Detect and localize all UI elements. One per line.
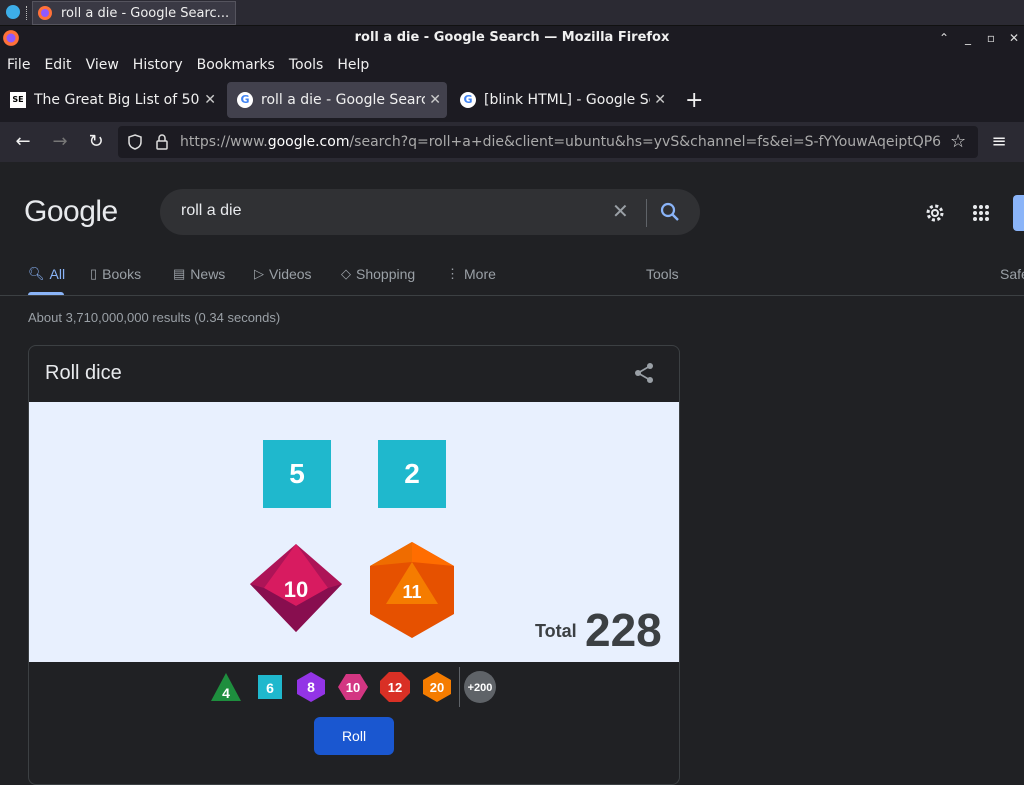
die-d20: 11 <box>370 542 454 638</box>
play-icon: ▷ <box>254 266 264 281</box>
more-icon: ⋮ <box>446 266 459 281</box>
die-d10: 10 <box>250 544 342 632</box>
apps-grid-icon[interactable] <box>972 204 990 222</box>
result-stats: About 3,710,000,000 results (0.34 second… <box>28 310 281 325</box>
search-tab-all[interactable]: 🔍︎ All <box>28 266 65 282</box>
tab-label: [blink HTML] - Google Se <box>484 92 651 108</box>
menu-file[interactable]: File <box>7 57 30 73</box>
svg-text:8: 8 <box>307 679 315 695</box>
google-favicon-icon: G <box>460 92 476 108</box>
taskbar-separator-icon <box>26 6 28 20</box>
shield-icon <box>128 134 142 150</box>
search-tab-news[interactable]: ▤ News <box>173 266 225 282</box>
menubar: File Edit View History Bookmarks Tools H… <box>0 51 1024 78</box>
die-d10-value: 10 <box>284 577 308 602</box>
hamburger-menu-icon[interactable]: ≡ <box>988 131 1010 153</box>
news-icon: ▤ <box>173 266 186 281</box>
navigation-toolbar: ← → ↻ https://www.google.com/search?q=ro… <box>0 122 1024 162</box>
bookmark-star-icon[interactable]: ☆ <box>950 131 966 152</box>
url-bar[interactable]: https://www.google.com/search?q=roll+a+d… <box>118 126 978 158</box>
menu-help[interactable]: Help <box>337 57 369 73</box>
search-box[interactable]: roll a die ✕ <box>160 189 700 235</box>
svg-text:20: 20 <box>430 680 444 695</box>
search-icon[interactable] <box>660 202 680 222</box>
window-title: roll a die - Google Search — Mozilla Fir… <box>354 30 670 45</box>
google-favicon-icon: G <box>237 92 253 108</box>
menu-edit[interactable]: Edit <box>44 57 71 73</box>
die-d6: 5 <box>263 440 331 508</box>
menu-bookmarks[interactable]: Bookmarks <box>197 57 275 73</box>
settings-gear-icon[interactable] <box>924 202 946 224</box>
die-d20-value: 11 <box>402 582 421 602</box>
reload-icon[interactable]: ↻ <box>85 131 107 153</box>
dice-display: 5 2 10 11 Total 228 <box>29 402 679 662</box>
svg-text:+200: +200 <box>468 682 493 694</box>
sign-in-button[interactable] <box>1013 195 1024 231</box>
header-divider <box>0 295 1024 296</box>
add-custom-button[interactable]: +200 <box>464 671 496 703</box>
search-tab-books[interactable]: ▯ Books <box>90 266 141 282</box>
menu-history[interactable]: History <box>133 57 183 73</box>
lock-icon <box>156 134 168 150</box>
tab-strip: SE The Great Big List of 50+ ✕ G roll a … <box>0 78 1024 122</box>
add-d8-button[interactable]: 8 <box>295 671 327 703</box>
tab-close-icon[interactable]: ✕ <box>429 92 441 108</box>
search-tab-videos[interactable]: ▷ Videos <box>254 266 312 282</box>
app-launcher-icon[interactable] <box>6 5 20 19</box>
menu-tools[interactable]: Tools <box>289 57 324 73</box>
add-d6-button[interactable]: 6 <box>254 671 286 703</box>
tab-blink-html[interactable]: G [blink HTML] - Google Se ✕ <box>450 82 672 118</box>
total-value: 228 <box>585 604 662 656</box>
add-d12-button[interactable]: 12 <box>379 671 411 703</box>
window-titlebar: roll a die - Google Search — Mozilla Fir… <box>0 26 1024 51</box>
google-logo[interactable]: Google <box>24 195 118 229</box>
svg-text:12: 12 <box>388 680 402 695</box>
tab-close-icon[interactable]: ✕ <box>654 92 666 108</box>
window-minimize-button[interactable]: _ <box>960 30 976 46</box>
search-input[interactable]: roll a die <box>181 202 241 220</box>
forward-icon[interactable]: → <box>49 131 71 153</box>
book-icon: ▯ <box>90 266 98 281</box>
search-tab-more[interactable]: ⋮ More <box>446 266 496 282</box>
taskbar-task-firefox[interactable]: roll a die - Google Searc... <box>32 1 236 25</box>
window-maximize-button[interactable]: ▫ <box>983 30 999 46</box>
svg-text:10: 10 <box>346 680 360 695</box>
searchbox-divider <box>646 199 647 227</box>
firefox-icon <box>38 6 52 20</box>
safesearch-button[interactable]: Safe <box>1000 266 1024 282</box>
tab-great-big-list[interactable]: SE The Great Big List of 50+ ✕ <box>0 82 222 118</box>
roll-button[interactable]: Roll <box>314 717 394 755</box>
tools-button[interactable]: Tools <box>646 266 679 282</box>
sej-favicon-icon: SE <box>10 92 26 108</box>
picker-divider <box>459 667 460 707</box>
tab-roll-a-die[interactable]: G roll a die - Google Search ✕ <box>227 82 447 118</box>
window-close-button[interactable]: ✕ <box>1006 30 1022 46</box>
add-d4-button[interactable]: 4 <box>210 671 242 703</box>
total-label: Total <box>535 621 577 641</box>
svg-text:6: 6 <box>266 680 274 696</box>
new-tab-icon[interactable]: + <box>685 88 703 113</box>
menu-view[interactable]: View <box>86 57 119 73</box>
add-d20-button[interactable]: 20 <box>421 671 453 703</box>
tab-label: The Great Big List of 50+ <box>34 92 201 108</box>
taskbar-task-label: roll a die - Google Searc... <box>61 5 230 21</box>
search-icon: 🔍︎ <box>28 266 45 281</box>
back-icon[interactable]: ← <box>12 131 34 153</box>
url-text: https://www.google.com/search?q=roll+a+d… <box>180 134 942 150</box>
svg-text:4: 4 <box>222 685 230 701</box>
taskbar: roll a die - Google Searc... <box>0 0 1024 26</box>
roll-dice-card: Roll dice 5 2 10 11 Total 228 4 6 8 10 1… <box>28 345 680 785</box>
search-tab-shopping[interactable]: ◇ Shopping <box>341 266 415 282</box>
tag-icon: ◇ <box>341 266 351 281</box>
add-d10-button[interactable]: 10 <box>337 671 369 703</box>
share-icon[interactable] <box>633 362 655 384</box>
clear-icon[interactable]: ✕ <box>612 199 629 223</box>
tab-label: roll a die - Google Search <box>261 92 426 108</box>
window-minimize-icon[interactable]: ⌃ <box>936 30 952 46</box>
tab-close-icon[interactable]: ✕ <box>204 92 216 108</box>
card-title: Roll dice <box>45 362 122 384</box>
die-d6: 2 <box>378 440 446 508</box>
